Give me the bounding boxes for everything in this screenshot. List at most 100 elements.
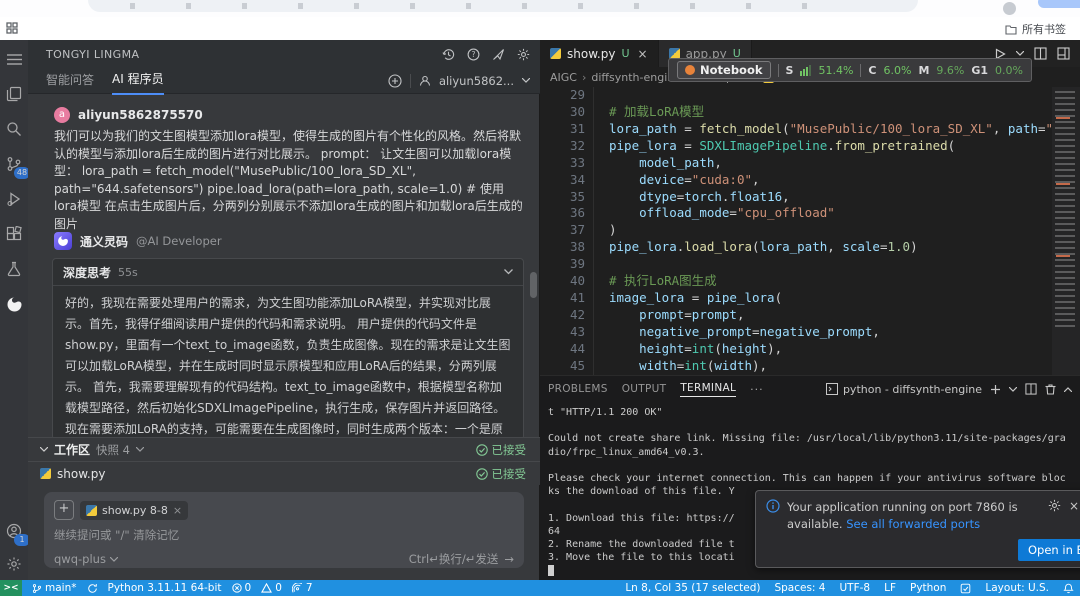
search-icon[interactable]	[4, 119, 24, 139]
code-line[interactable]: 33 model_path,	[540, 154, 1052, 172]
code-line[interactable]: 43 negative_prompt=negative_prompt,	[540, 323, 1052, 341]
chevron-down-icon[interactable]	[40, 447, 48, 452]
code-token: prompt	[691, 306, 737, 322]
mem-label: M	[918, 63, 930, 77]
tab-output[interactable]: OUTPUT	[622, 383, 667, 395]
send-arrow-icon[interactable]: →	[504, 552, 514, 566]
help-icon[interactable]: ?	[467, 48, 480, 61]
tab-problems[interactable]: PROBLEMS	[548, 383, 608, 395]
code-line[interactable]: 39	[540, 256, 1052, 274]
language-status-icon[interactable]	[960, 583, 971, 594]
explorer-icon[interactable]	[4, 84, 24, 104]
workspace-file-row[interactable]: show.py 已接受	[28, 461, 540, 485]
code-token: ),	[767, 340, 783, 356]
open-in-browser-button[interactable]: Open in Browser	[1018, 539, 1080, 561]
forwarded-ports-item[interactable]: 7	[291, 582, 313, 594]
menu-icon[interactable]	[4, 49, 24, 69]
model-picker[interactable]: qwq-plus	[54, 552, 118, 566]
cursor-position-item[interactable]: Ln 8, Col 35 (17 selected)	[625, 582, 760, 594]
keyboard-layout-item[interactable]: Layout: U.S.	[985, 582, 1049, 594]
history-icon[interactable]	[442, 48, 455, 61]
code-line[interactable]: 32 pipe_lora = SDXLImagePipeline.from_pre…	[540, 137, 1052, 155]
tab-ai-developer[interactable]: AI 程序员	[112, 67, 164, 95]
tab-terminal[interactable]: TERMINAL	[680, 382, 737, 397]
code-line[interactable]: 45 width=int(width),	[540, 357, 1052, 375]
add-context-button[interactable]: +	[54, 500, 74, 520]
chat-scrollbar[interactable]	[530, 272, 537, 298]
warnings-item[interactable]: 0	[261, 582, 282, 594]
chevron-down-icon[interactable]	[522, 78, 530, 83]
git-branch-item[interactable]: main*	[32, 582, 77, 594]
context-chip[interactable]: show.py 8-8 ×	[80, 500, 189, 520]
user-message-text: 我们可以为我们的文生图模型添加lora模型，使得生成的图片有个性化的风格。然后将…	[54, 129, 523, 231]
breadcrumb-item[interactable]: AIGC	[550, 71, 577, 84]
notifications-bell-icon[interactable]	[1063, 583, 1074, 594]
chip-close-icon[interactable]: ×	[173, 504, 182, 517]
more-tabs-icon[interactable]: ···	[750, 383, 764, 396]
browser-profile-button[interactable]	[1038, 0, 1080, 8]
indentation-item[interactable]: Spaces: 4	[774, 582, 825, 594]
panel-collapse-icon[interactable]	[1064, 386, 1072, 392]
terminal-chevron-icon[interactable]	[1009, 386, 1017, 392]
kill-terminal-icon[interactable]	[1045, 383, 1056, 395]
chat-input-box[interactable]: + show.py 8-8 × 继续提问或 "/" 清除记忆 qwq-plus …	[44, 492, 524, 568]
code-lines[interactable]: 29 30 # 加载LoRA模型 31 lora_path = fetch_model(…	[540, 87, 1052, 375]
deep-think-header[interactable]: 深度思考 55s	[53, 259, 523, 286]
code-line[interactable]: 30 # 加载LoRA模型	[540, 103, 1052, 121]
notebook-chip[interactable]: Notebook	[677, 61, 771, 79]
forwarded-ports-link[interactable]: See all forwarded ports	[846, 517, 980, 531]
code-token: )	[609, 222, 617, 238]
lingma-icon[interactable]	[4, 294, 24, 314]
tab-show-py[interactable]: show.py U ×	[540, 40, 659, 67]
account-name[interactable]: aliyun5862...	[439, 74, 514, 88]
layout-icon[interactable]	[1057, 47, 1070, 60]
split-terminal-icon[interactable]	[1025, 383, 1037, 395]
run-chevron-icon[interactable]	[1016, 51, 1024, 56]
notebook-icon	[685, 65, 695, 75]
apps-grid-icon[interactable]	[6, 22, 18, 34]
settings-gear-icon[interactable]	[4, 554, 24, 574]
code-line[interactable]: 38 pipe_lora.load_lora(lora_path, scale=1…	[540, 239, 1052, 257]
minimap[interactable]	[1052, 87, 1080, 375]
panel-settings-icon[interactable]	[517, 48, 530, 61]
all-bookmarks[interactable]: 所有书签	[1005, 21, 1066, 37]
code-line[interactable]: 40 # 执行LoRA图生成	[540, 273, 1052, 291]
chat-input-placeholder[interactable]: 继续提问或 "/" 清除记忆	[54, 527, 514, 543]
remote-indicator[interactable]: ><	[0, 580, 22, 596]
chevron-down-icon[interactable]	[136, 447, 144, 452]
errors-item[interactable]: 0	[231, 582, 251, 594]
toast-close-icon[interactable]: ×	[1069, 499, 1079, 533]
code-line[interactable]: 31 lora_path = fetch_model("MusePublic/10…	[540, 120, 1052, 138]
python-version-item[interactable]: Python 3.11.11 64-bit	[108, 582, 222, 594]
snapshot-label[interactable]: 快照 4	[96, 442, 130, 458]
code-line[interactable]: 36 offload_mode="cpu_offload"	[540, 205, 1052, 223]
code-line[interactable]: 35 dtype=torch.float16,	[540, 188, 1052, 206]
code-line[interactable]: 29	[540, 87, 1052, 104]
extensions-icon[interactable]	[4, 224, 24, 244]
encoding-item[interactable]: UTF-8	[839, 582, 870, 594]
language-item[interactable]: Python	[910, 582, 946, 594]
code-line[interactable]: 44 height=int(height),	[540, 340, 1052, 358]
browser-avatar[interactable]	[1003, 2, 1016, 15]
account-icon[interactable]: 1	[4, 521, 30, 546]
sync-icon[interactable]	[87, 583, 98, 594]
toast-gear-icon[interactable]	[1048, 499, 1061, 533]
collapse-chevron-icon[interactable]	[504, 269, 513, 275]
code-line[interactable]: 34 device="cuda:0",	[540, 171, 1052, 189]
code-line[interactable]: 37)	[540, 222, 1052, 240]
run-debug-icon[interactable]	[4, 189, 24, 209]
split-editor-icon[interactable]	[1034, 47, 1047, 60]
workspace-row[interactable]: 工作区 快照 4 已接受	[28, 437, 540, 461]
close-icon[interactable]: ×	[638, 47, 648, 61]
tab-qa[interactable]: 智能问答	[46, 68, 94, 94]
eol-item[interactable]: LF	[884, 582, 896, 594]
feedback-icon[interactable]	[492, 48, 505, 61]
source-control-icon[interactable]: 48	[4, 154, 30, 179]
new-chat-icon[interactable]	[388, 73, 402, 88]
new-terminal-icon[interactable]	[990, 384, 1001, 395]
terminal-session[interactable]: python - diffsynth-engine	[825, 383, 982, 396]
code-line[interactable]: 42 prompt=prompt,	[540, 306, 1052, 324]
code-token: int	[684, 357, 707, 373]
test-flask-icon[interactable]	[4, 259, 24, 279]
code-line[interactable]: 41 image_lora = pipe_lora(	[540, 290, 1052, 307]
